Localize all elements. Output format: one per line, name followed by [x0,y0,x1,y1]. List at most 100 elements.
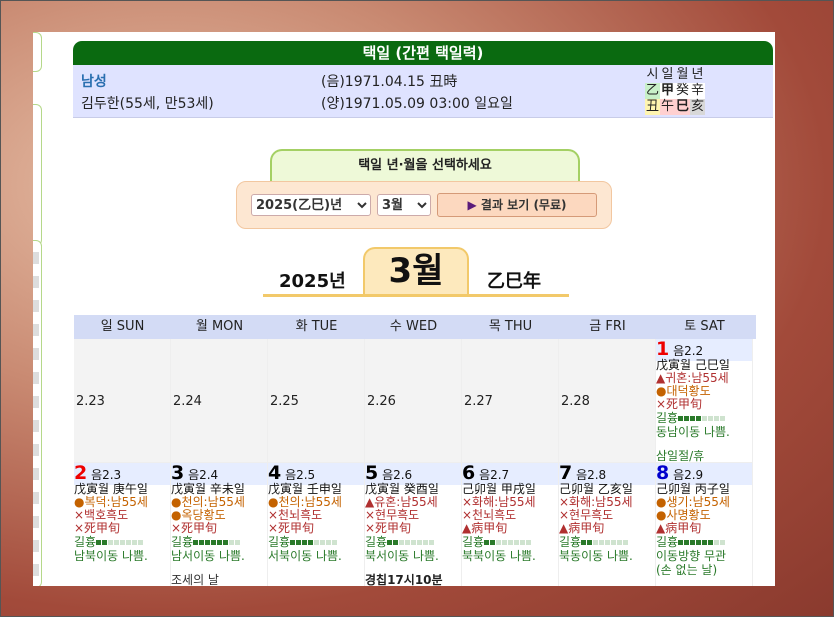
luck-bar [102,540,108,545]
day-god: ×死甲旬 [171,521,218,535]
pillar-branch: 巳 [675,99,690,115]
pillar-header: 시 [646,67,659,82]
luck-bar [320,540,326,545]
day-header: 1 음2.2 [656,339,752,359]
calendar-day[interactable]: 2 음2.3 戊寅월 庚午일 ●복덕:남55세 ×백호흑도 ×死甲旬 길흉 남북이동 나쁨. [74,463,171,586]
luck-bar [593,540,599,545]
calendar-day-prev: 2.24 [171,339,268,463]
luck-bar [326,540,332,545]
weekday-header: 일 SUN 월 MON 화 TUE 수 WED 목 THU 금 FRI 토 SA… [74,315,756,339]
calendar-week: 2 음2.3 戊寅월 庚午일 ●복덕:남55세 ×백호흑도 ×死甲旬 길흉 남북이동 나쁨.… [74,463,756,586]
month-label: 3월 [363,247,469,297]
side-tab[interactable] [33,32,42,72]
luck-bar [690,416,696,421]
luck-label: 길흉 [656,411,679,425]
day-header: 2 음2.3 [74,463,170,483]
luck-bar [526,540,532,545]
four-pillars: 시 일 월 년 乙 甲 癸 辛 丑 午 巳 亥 [645,67,721,115]
day-god: ▲病甲旬 [656,521,702,535]
calendar: 일 SUN 월 MON 화 TUE 수 WED 목 THU 금 FRI 토 SA… [74,315,756,586]
luck-bar [217,540,223,545]
luck-bar [587,540,593,545]
luck-indicator: 길흉 [656,535,752,549]
calendar-day[interactable]: 7 음2.8 己卯월 乙亥일 ×화해:남55세 ×현무흑도 ▲病甲旬 길흉 북동이동 나쁨. [559,463,656,586]
move-direction: 동남이동 나쁨. [656,425,730,439]
luck-label: 길흉 [462,535,485,549]
side-tab[interactable] [33,104,42,246]
calendar-day[interactable]: 1 음2.2 戊寅월 己巳일 ▲귀혼:남55세 ●대덕황도 ×死甲旬 길흉 동남이동 나쁨.… [656,339,753,463]
lunar-date: 음2.3 [91,468,122,482]
day-number: 7 [559,463,573,484]
luck-bar [490,540,496,545]
luck-bar [411,540,417,545]
luck-bar [599,540,605,545]
luck-bar [702,540,708,545]
move-direction: 북동이동 나쁨. [559,549,633,563]
luck-indicator: 길흉 [171,535,267,549]
luck-bar [399,540,405,545]
calendar-day[interactable]: 8 음2.9 己卯월 丙子일 ●생기:남55세 ●사명황도 ▲病甲旬 길흉 이동방향 무관(… [656,463,753,586]
luck-bar [508,540,514,545]
month-underline [263,294,569,297]
luck-bar [387,540,393,545]
luck-bar [690,540,696,545]
gender-label: 남성 [81,74,107,90]
prev-date: 2.25 [270,394,299,409]
luck-label: 길흉 [656,535,679,549]
luck-bar [702,416,708,421]
weekday-label: 일 SUN [100,319,145,334]
day-note: 조세의 날 [171,573,219,586]
luck-indicator: 길흉 [268,535,364,549]
luck-label: 길흉 [171,535,194,549]
luck-bar [714,416,720,421]
day-note: 경칩17시10분 [365,573,443,586]
luck-bar [611,540,617,545]
luck-bar [302,540,308,545]
lunar-date: 음2.9 [673,468,704,482]
month-year: 2025년 [279,271,346,292]
luck-label: 길흉 [365,535,388,549]
prev-date: 2.23 [76,394,105,409]
day-god: ▲病甲旬 [462,521,508,535]
pillar-branch: 亥 [690,99,705,115]
calendar-day[interactable]: 4 음2.5 戊寅월 壬申일 ●천의:남55세 ×천뇌흑도 ×死甲旬 길흉 서북이동 나쁨. [268,463,365,586]
luck-bar [714,540,720,545]
luck-bar [417,540,423,545]
luck-bar [138,540,144,545]
luck-bar [235,540,241,545]
luck-bar [199,540,205,545]
weekday-label: 월 MON [195,319,244,334]
view-result-button[interactable]: ▶ 결과 보기 (무료) [437,193,597,217]
luck-bar [393,540,399,545]
luck-bar [496,540,502,545]
calendar-day[interactable]: 6 음2.7 己卯월 甲戌일 ×화해:남55세 ×천뇌흑도 ▲病甲旬 길흉 북북이동 나쁨. [462,463,559,586]
luck-label: 길흉 [74,535,97,549]
year-select[interactable]: 2025(乙巳)년 [251,194,371,216]
luck-bar [423,540,429,545]
page-sheet: 택일 (간편 택일력) 남성 김두한(55세, 만53세) (음)1971.04… [33,32,775,586]
prev-date: 2.27 [464,394,493,409]
month-header: 2025년 3월 乙巳年 [263,247,569,297]
move-direction: 이동방향 무관 [656,549,727,563]
month-select[interactable]: 3월 [377,194,431,216]
pillar-stem: 乙 [645,83,660,99]
move-direction: 남북이동 나쁨. [74,549,148,563]
luck-bar [514,540,520,545]
luck-label: 길흉 [559,535,582,549]
calendar-week: 2.23 2.24 2.25 2.26 2.27 2.28 1 음2.2 戊寅월 己巳일 ▲귀혼… [74,339,756,463]
luck-indicator: 길흉 [559,535,655,549]
luck-bar [623,540,629,545]
luck-bar [223,540,229,545]
day-number: 1 [656,339,670,360]
luck-bar [229,540,235,545]
play-icon: ▶ [467,198,477,212]
pillar-header: 일 [661,67,674,82]
calendar-day[interactable]: 3 음2.4 戊寅월 辛未일 ●천의:남55세 ●옥당황도 ×死甲旬 길흉 남서이동 나쁨.… [171,463,268,586]
luck-bar [684,540,690,545]
day-god: ×死甲旬 [268,521,315,535]
month-ganzhi: 乙巳年 [487,271,541,292]
calendar-day-prev: 2.28 [559,339,656,463]
luck-indicator: 길흉 [462,535,558,549]
side-strip [33,252,39,586]
calendar-day[interactable]: 5 음2.6 戊寅월 癸酉일 ▲유혼:남55세 ×현무흑도 ×死甲旬 길흉 북서이동 나쁨.… [365,463,462,586]
